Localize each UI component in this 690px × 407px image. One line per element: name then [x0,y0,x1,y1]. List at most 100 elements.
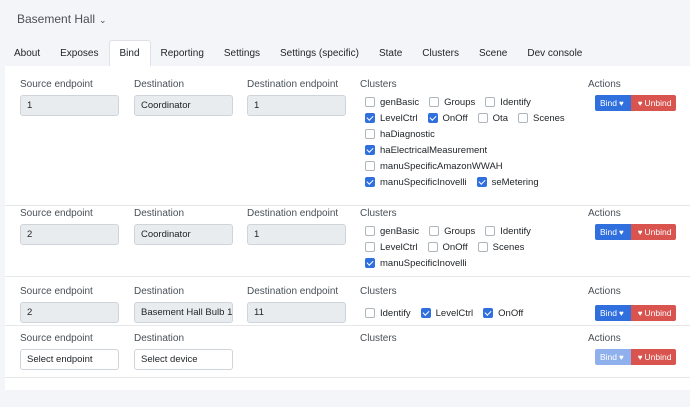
cluster-checkbox[interactable]: manuSpecificInovelli [365,177,467,188]
cluster-checkbox[interactable]: Identify [485,226,531,237]
cluster-checkbox[interactable]: Groups [429,226,475,237]
tab-clusters[interactable]: Clusters [412,40,469,66]
checkbox-unchecked-icon[interactable] [485,226,496,236]
tab-exposes[interactable]: Exposes [50,40,108,66]
bind-button[interactable]: Bind ♥ [595,349,631,365]
cluster-name: Identify [380,307,411,319]
checkbox-unchecked-icon[interactable] [427,242,438,252]
tab-about[interactable]: About [4,40,50,66]
chevron-down-icon: ⌄ [99,15,107,25]
cluster-name: OnOff [498,307,524,319]
cluster-checkbox[interactable]: OnOff [427,112,468,124]
device-title-dropdown[interactable]: Basement Hall ⌄ [17,12,107,26]
checkbox-unchecked-icon[interactable] [365,129,375,139]
checkbox-checked-icon[interactable] [365,177,375,187]
checkbox-unchecked-icon[interactable] [429,226,440,236]
broken-heart-icon: ♥ [637,352,643,362]
source-endpoint-select[interactable]: 2 [20,224,119,245]
checkbox-unchecked-icon[interactable] [365,161,375,171]
cluster-checkbox-group: LevelCtrl OnOff Scenes [365,239,534,255]
checkbox-checked-icon[interactable] [476,177,487,187]
tab-bar: About Exposes Bind Reporting Settings Setting… [4,40,690,66]
broken-heart-icon: ♥ [637,98,643,108]
checkbox-unchecked-icon[interactable] [477,242,488,252]
bind-button[interactable]: Bind ♥ [595,305,631,321]
cluster-checkbox[interactable]: Scenes [477,241,525,253]
tab-scene[interactable]: Scene [469,40,517,66]
destination-endpoint-select[interactable]: 1 [247,224,346,245]
tab-dev-console[interactable]: Dev console [517,40,592,66]
tab-bind[interactable]: Bind [108,40,151,66]
checkbox-checked-icon[interactable] [427,113,438,123]
checkbox-checked-icon[interactable] [365,113,375,123]
actions-buttons: Bind ♥ ♥ Unbind [595,305,677,321]
cluster-name: Scenes [492,241,525,253]
cluster-name: haElectricalMeasurement [380,144,488,156]
unbind-button[interactable]: ♥ Unbind [630,224,677,240]
checkbox-unchecked-icon[interactable] [485,97,496,107]
unbind-button[interactable]: ♥ Unbind [630,305,677,321]
cluster-checkbox[interactable]: haElectricalMeasurement [365,145,487,156]
cluster-checkbox[interactable]: manuSpecificAmazonWWAH [365,161,503,172]
checkbox-unchecked-icon[interactable] [365,97,375,107]
cluster-checkbox[interactable]: LevelCtrl [365,242,418,253]
cluster-name: OnOff [442,241,468,253]
cluster-checkbox-group: LevelCtrl OnOff Ota Scenes [365,110,575,126]
cluster-checkbox[interactable]: genBasic [365,226,419,237]
cluster-checkbox[interactable]: OnOff [483,308,523,319]
cluster-checkbox[interactable]: haDiagnostic [365,129,435,140]
bind-button[interactable]: Bind ♥ [595,95,631,111]
cluster-name: Groups [444,225,476,237]
checkbox-checked-icon[interactable] [365,258,375,268]
cluster-name: OnOff [442,112,468,124]
cluster-checkbox[interactable]: Identify [485,97,531,108]
source-endpoint-select[interactable]: Select endpoint [20,349,119,370]
actions-label: Actions [588,79,621,90]
bind-button[interactable]: Bind ♥ [595,224,631,240]
cluster-checkbox-group: manuSpecificInovelli [365,255,477,271]
destination-endpoint-select[interactable]: 11 [247,302,346,323]
cluster-name: seMetering [491,176,539,188]
tab-reporting[interactable]: Reporting [151,40,214,66]
actions-label: Actions [588,208,621,219]
cluster-checkbox[interactable]: LevelCtrl [420,308,473,319]
destination-endpoint-select[interactable]: 1 [247,95,346,116]
cluster-checkbox-group: manuSpecificAmazonWWAH [365,158,513,174]
tab-settings[interactable]: Settings [214,40,270,66]
cluster-checkbox[interactable]: Scenes [517,113,565,124]
cluster-checkbox[interactable]: genBasic [365,97,419,108]
actions-label: Actions [588,286,621,297]
tab-settings-specific[interactable]: Settings (specific) [270,40,369,66]
destination-select[interactable]: Coordinator [134,224,233,245]
cluster-checkbox[interactable]: OnOff [427,241,468,253]
checkbox-unchecked-icon[interactable] [365,226,375,236]
checkbox-unchecked-icon[interactable] [365,308,375,318]
checkbox-unchecked-icon[interactable] [517,113,528,123]
checkbox-unchecked-icon[interactable] [365,242,375,252]
cluster-name: haDiagnostic [380,128,435,140]
checkbox-checked-icon[interactable] [365,145,375,155]
clusters-label: Clusters [360,333,397,344]
tab-state[interactable]: State [369,40,412,66]
cluster-checkbox[interactable]: Identify [365,308,411,319]
checkbox-checked-icon[interactable] [420,308,431,318]
unbind-button[interactable]: ♥ Unbind [630,95,677,111]
destination-select[interactable]: Coordinator [134,95,233,116]
destination-label: Destination [134,333,185,344]
checkbox-unchecked-icon[interactable] [477,113,488,123]
cluster-checkbox[interactable]: seMetering [476,176,539,188]
destination-select[interactable]: Select device [134,349,233,370]
checkbox-checked-icon[interactable] [483,308,494,318]
unbind-button[interactable]: ♥ Unbind [630,349,677,365]
cluster-checkbox[interactable]: Groups [429,97,475,108]
checkbox-unchecked-icon[interactable] [429,97,440,107]
source-endpoint-select[interactable]: 2 [20,302,119,323]
cluster-checkbox[interactable]: Ota [477,113,508,124]
destination-endpoint-label: Destination endpoint [247,208,339,219]
cluster-name: LevelCtrl [380,112,418,124]
heart-icon: ♥ [619,352,624,362]
destination-select[interactable]: Basement Hall Bulb 1 [134,302,233,323]
cluster-checkbox[interactable]: LevelCtrl [365,113,418,124]
source-endpoint-select[interactable]: 1 [20,95,119,116]
cluster-checkbox[interactable]: manuSpecificInovelli [365,258,467,269]
